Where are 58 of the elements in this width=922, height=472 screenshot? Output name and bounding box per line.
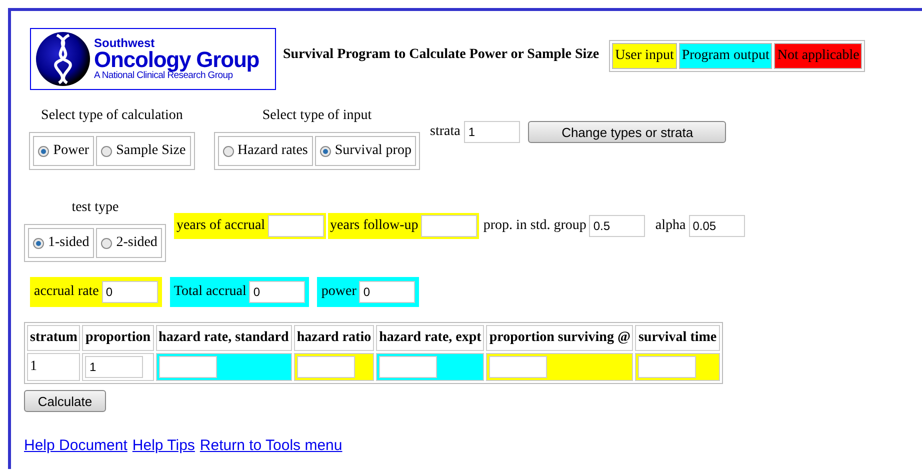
input-field[interactable] [379,356,438,378]
column-header: survival time [635,325,720,351]
group-label: Select type of calculation [41,108,183,124]
column-header: hazard ratio [294,325,374,351]
radio-option[interactable]: 1-sided [28,228,94,258]
radio-button[interactable] [33,238,44,248]
input-field[interactable]: 0.05 [688,215,745,237]
input-field[interactable]: 0 [359,281,416,303]
radio-button[interactable] [38,146,50,156]
help-link[interactable]: Help Document [24,437,128,454]
group-label: Select type of input [262,108,372,124]
field-label: power [321,284,356,300]
radio-option[interactable]: 2-sided [96,228,162,258]
help-link[interactable]: Help Tips [132,437,195,454]
logo-tagline: A National Clinical Research Group [94,71,233,81]
column-header: hazard rate, expt [376,325,484,351]
input-field[interactable] [158,356,217,378]
field-label: prop. in std. group [483,218,586,234]
field-label: years follow-up [330,218,418,234]
radio-option[interactable]: Hazard rates [218,136,313,166]
radio-option[interactable]: Survival prop [314,136,416,166]
logo-text: Oncology Group [94,49,260,72]
column-header: proportion surviving @ [486,325,634,351]
radio-button[interactable] [101,238,112,248]
group-label: test type [72,200,119,216]
field-label: accrual rate [34,284,99,300]
field-label: Total accrual [174,284,246,300]
table-cell: 1 [27,353,80,381]
radio-option[interactable]: Power [33,136,94,166]
input-field[interactable] [489,356,548,378]
input-field[interactable]: 0 [102,281,158,303]
logo-text: Southwest [94,37,156,50]
field-label: years of accrual [176,218,266,234]
change-types-button[interactable]: Change types or strata [528,121,726,143]
column-header: proportion [82,325,154,351]
help-link[interactable]: Return to Tools menu [200,437,342,454]
input-field[interactable] [638,356,696,378]
input-field[interactable] [421,215,478,237]
input-field[interactable] [268,215,324,237]
strata-field[interactable]: 1 [464,121,520,143]
radio-button[interactable] [222,146,234,156]
input-field[interactable]: 0 [249,281,306,303]
helix-icon [35,31,91,87]
field-label: alpha [655,218,686,234]
field-label: strata [430,124,460,140]
radio-button[interactable] [320,146,331,156]
calculate-button[interactable]: Calculate [24,390,106,412]
page-title: Survival Program to Calculate Power or Sample Size [283,47,600,63]
input-field[interactable]: 0.5 [589,215,646,237]
legend-item: Not applicable [774,43,862,69]
radio-button[interactable] [101,146,112,156]
legend-item: Program output [678,43,772,69]
legend-item: User input [612,43,677,69]
column-header: hazard rate, standard [156,325,292,351]
input-field[interactable] [296,356,355,378]
column-header: stratum [27,325,80,351]
input-field[interactable]: 1 [85,356,144,378]
radio-option[interactable]: Sample Size [96,136,191,166]
